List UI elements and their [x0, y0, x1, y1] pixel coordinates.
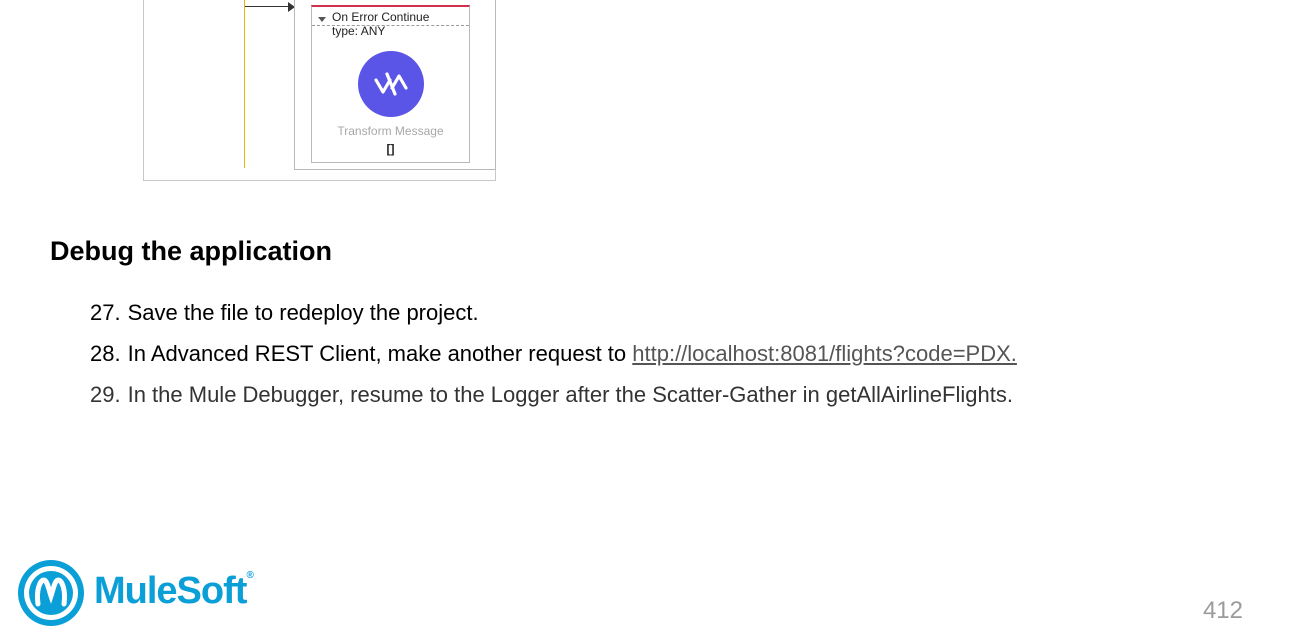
localhost-flights-link[interactable]: http://localhost:8081/flights?code=PDX. — [632, 341, 1017, 366]
step-number: 27. — [90, 300, 121, 325]
step-text: Save the file to redeploy the project. — [127, 300, 479, 325]
step-text: In Advanced REST Client, make another re… — [127, 341, 633, 366]
step-number: 28. — [90, 341, 121, 366]
step-list: 27. Save the file to redeploy the project… — [90, 292, 1017, 415]
flow-arrow — [245, 6, 293, 7]
step-number: 29. — [90, 382, 121, 407]
on-error-continue-block[interactable]: On Error Continue type: ANY Transform Me… — [311, 5, 470, 163]
step-item: 27. Save the file to redeploy the project… — [90, 292, 1017, 333]
step-item: 29. In the Mule Debugger, resume to the L… — [90, 374, 1017, 415]
transform-message-node[interactable] — [358, 51, 424, 117]
slide-page: On Error Continue type: ANY Transform Me… — [0, 0, 1297, 639]
mulesoft-logo: MuleSoft® — [18, 560, 258, 626]
flow-diagram: On Error Continue type: ANY Transform Me… — [143, 0, 496, 181]
error-handler-title: On Error Continue — [332, 10, 430, 24]
step-text: In the Mule Debugger, resume to the Logg… — [127, 382, 1013, 407]
page-number: 412 — [1202, 597, 1243, 624]
flow-connector-line — [244, 0, 245, 168]
section-heading: Debug the application — [50, 236, 333, 266]
transform-message-label: Transform Message — [337, 124, 444, 138]
mulesoft-logo-icon — [18, 560, 84, 626]
error-handler-type: type: ANY — [332, 24, 386, 38]
step-item: 28. In Advanced REST Client, make another… — [90, 333, 1017, 374]
collapse-caret-icon[interactable] — [318, 17, 326, 22]
mulesoft-wordmark: MuleSoft® — [94, 570, 254, 612]
transform-message-value: [] — [386, 142, 395, 156]
transform-message-icon — [374, 72, 408, 96]
